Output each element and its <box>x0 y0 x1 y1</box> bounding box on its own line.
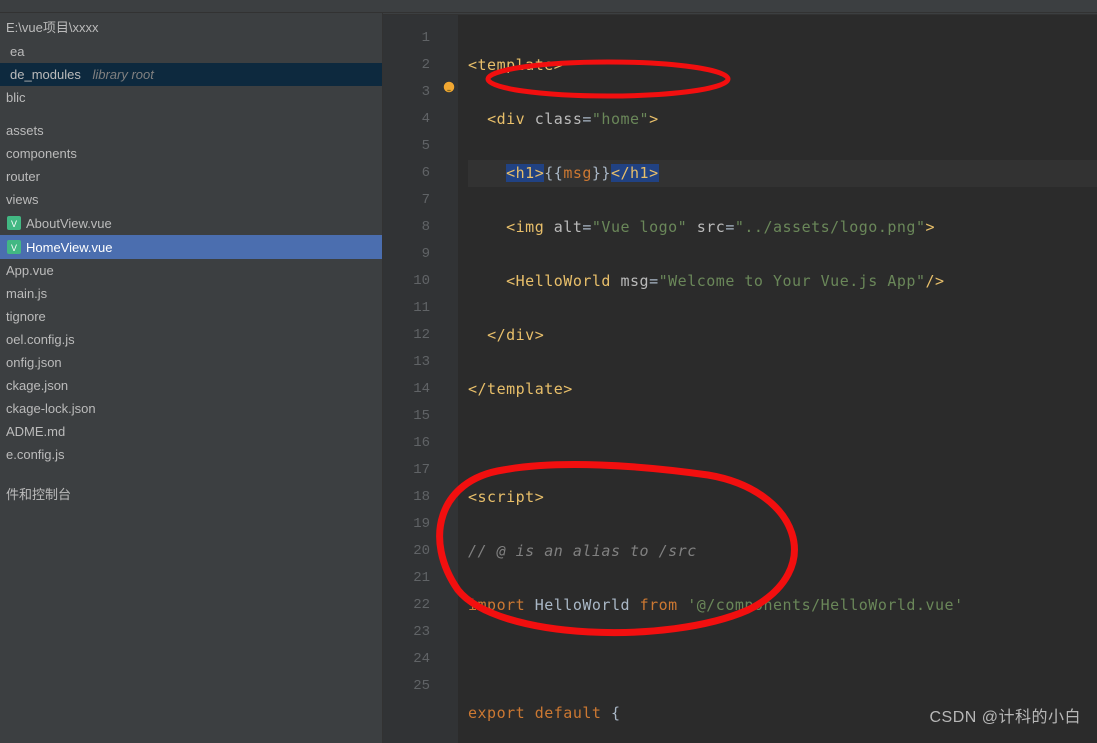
sidebar-item-ea[interactable]: ea <box>0 40 382 63</box>
sidebar-item-views[interactable]: views <box>0 188 382 211</box>
svg-text:V: V <box>11 219 17 229</box>
label: oel.config.js <box>6 332 75 347</box>
sidebar-item-babel-config[interactable]: oel.config.js <box>0 328 382 351</box>
label: App.vue <box>6 263 54 278</box>
label: AboutView.vue <box>26 216 112 231</box>
sidebar-item-appvue[interactable]: App.vue <box>0 259 382 282</box>
suffix: library root <box>92 67 153 82</box>
vue-file-icon: V <box>6 239 22 255</box>
label: tignore <box>6 309 46 324</box>
label: 件和控制台 <box>6 484 71 503</box>
sidebar-item-aboutview[interactable]: V AboutView.vue <box>0 211 382 235</box>
watermark-text: CSDN @计科的小白 <box>929 703 1081 727</box>
label: assets <box>6 123 44 138</box>
sidebar-item-package-lock[interactable]: ckage-lock.json <box>0 397 382 420</box>
label: onfig.json <box>6 355 62 370</box>
gutter-line-numbers: 1234567891011121314151617181920212223242… <box>383 15 438 743</box>
label: main.js <box>6 286 47 301</box>
sidebar-item-package-json[interactable]: ckage.json <box>0 374 382 397</box>
label: blic <box>6 90 26 105</box>
label: ea <box>10 44 24 59</box>
label: ADME.md <box>6 424 65 439</box>
sidebar-item-components[interactable]: components <box>0 142 382 165</box>
project-path: E:\vue项目\xxxx <box>0 13 382 40</box>
sidebar-item-homeview[interactable]: V HomeView.vue <box>0 235 382 259</box>
project-sidebar[interactable]: E:\vue项目\xxxx ea de_modules library root… <box>0 13 383 743</box>
editor-content[interactable]: 1234567891011121314151617181920212223242… <box>383 15 1097 743</box>
gutter-icons <box>438 15 458 743</box>
svg-text:V: V <box>11 243 17 253</box>
sidebar-item-jsconfig[interactable]: onfig.json <box>0 351 382 374</box>
sidebar-item-vue-config[interactable]: e.config.js <box>0 443 382 466</box>
sidebar-item-router[interactable]: router <box>0 165 382 188</box>
main-area: E:\vue项目\xxxx ea de_modules library root… <box>0 13 1097 743</box>
label: HomeView.vue <box>26 240 112 255</box>
vue-file-icon: V <box>6 215 22 231</box>
editor-area: 1234567891011121314151617181920212223242… <box>383 13 1097 743</box>
sidebar-item-assets[interactable]: assets <box>0 119 382 142</box>
sidebar-item-public[interactable]: blic <box>0 86 382 109</box>
label: e.config.js <box>6 447 65 462</box>
sidebar-section-misc[interactable]: 件和控制台 <box>0 480 382 507</box>
top-toolbar <box>0 0 1097 13</box>
label: views <box>6 192 39 207</box>
label: router <box>6 169 40 184</box>
intention-bulb-icon[interactable] <box>442 80 456 94</box>
sidebar-item-node-modules[interactable]: de_modules library root <box>0 63 382 86</box>
code-text[interactable]: <template> <div class="home"> <h1>{{msg}… <box>458 15 1097 743</box>
sidebar-item-mainjs[interactable]: main.js <box>0 282 382 305</box>
label: ckage-lock.json <box>6 401 96 416</box>
label: components <box>6 146 77 161</box>
label: ckage.json <box>6 378 68 393</box>
sidebar-item-gitignore[interactable]: tignore <box>0 305 382 328</box>
sidebar-item-readme[interactable]: ADME.md <box>0 420 382 443</box>
label: de_modules <box>10 67 81 82</box>
